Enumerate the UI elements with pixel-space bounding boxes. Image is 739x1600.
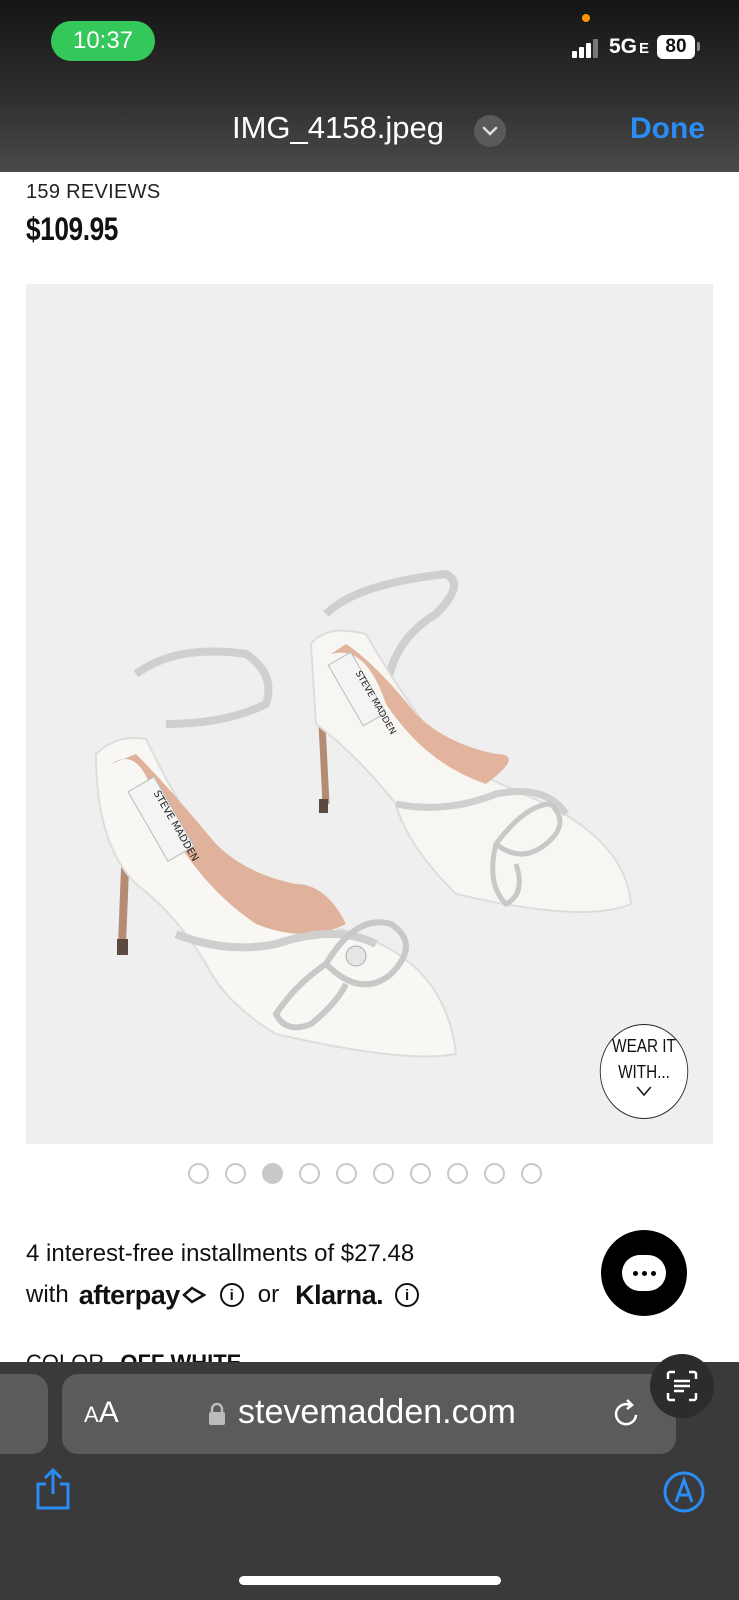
reader-aa-button[interactable]: AA — [84, 1396, 119, 1430]
color-label: COLOR — [26, 1350, 104, 1362]
chevron-down-icon — [636, 1086, 652, 1097]
klarna-info-icon[interactable]: i — [395, 1283, 420, 1307]
battery-icon: 80 — [657, 35, 695, 59]
previous-tab[interactable] — [0, 1374, 48, 1454]
carousel-dot[interactable] — [225, 1163, 246, 1184]
afterpay-arrows-icon — [181, 1286, 207, 1304]
afterpay-logo[interactable]: afterpay — [79, 1280, 181, 1311]
product-image[interactable]: STEVE MADDEN STEVE MADDEN WEAR IT WITH..… — [26, 284, 713, 1144]
battery-tip — [697, 42, 700, 51]
product-price: $109.95 — [26, 211, 118, 247]
carousel-dot[interactable] — [188, 1163, 209, 1184]
reload-icon[interactable] — [610, 1398, 642, 1430]
share-icon[interactable] — [34, 1466, 72, 1512]
chat-button[interactable] — [601, 1230, 687, 1316]
privacy-indicator-dot — [582, 14, 590, 22]
with-text: with — [26, 1281, 69, 1308]
time-text: 10:37 — [72, 27, 134, 54]
compass-icon[interactable] — [662, 1470, 706, 1514]
klarna-logo[interactable]: Klarna. — [295, 1280, 384, 1311]
lock-icon — [209, 1402, 225, 1425]
photo-viewer-header: 10:37 5G E 80 IMG_4158.jpeg Done — [0, 0, 739, 172]
carousel-dot[interactable] — [410, 1163, 431, 1184]
text-scan-icon — [666, 1370, 698, 1402]
carousel-dot[interactable] — [521, 1163, 542, 1184]
live-text-scan-button[interactable] — [650, 1354, 714, 1418]
afterpay-info-icon[interactable]: i — [219, 1283, 244, 1307]
color-row: COLOR OFF WHITE — [26, 1350, 241, 1362]
wear-badge-line2: WITH... — [618, 1062, 670, 1082]
chevron-down-icon[interactable] — [474, 115, 506, 147]
reviews-count[interactable]: 159 REVIEWS — [26, 181, 160, 204]
carousel-dot[interactable] — [336, 1163, 357, 1184]
signal-icon — [572, 38, 602, 58]
carousel-dot[interactable] — [299, 1163, 320, 1184]
or-text: or — [257, 1281, 280, 1308]
carousel-pagination[interactable] — [188, 1163, 542, 1185]
carousel-dot[interactable] — [484, 1163, 505, 1184]
network-label: 5G E — [609, 35, 650, 58]
url-text: stevemadden.com — [238, 1393, 516, 1431]
chat-bubble-icon — [622, 1255, 666, 1291]
installments-text: 4 interest-free installments of $27.48 — [26, 1240, 415, 1267]
done-button[interactable]: Done — [630, 112, 705, 146]
carousel-dot[interactable] — [447, 1163, 468, 1184]
status-time: 10:37 — [51, 21, 155, 61]
wear-badge-line1: WEAR IT — [612, 1036, 676, 1056]
color-value: OFF WHITE — [120, 1350, 241, 1362]
payment-providers: with afterpay i or Klarna. i — [26, 1278, 420, 1312]
heels-illustration: STEVE MADDEN STEVE MADDEN — [94, 569, 633, 1058]
home-indicator — [239, 1576, 501, 1585]
carousel-dot[interactable] — [262, 1163, 283, 1184]
file-title[interactable]: IMG_4158.jpeg — [232, 110, 444, 146]
wear-it-with-button[interactable]: WEAR IT WITH... — [599, 1024, 689, 1119]
address-bar[interactable]: AA stevemadden.com — [62, 1374, 676, 1454]
carousel-dot[interactable] — [373, 1163, 394, 1184]
safari-toolbar: AA stevemadden.com — [0, 1362, 739, 1600]
